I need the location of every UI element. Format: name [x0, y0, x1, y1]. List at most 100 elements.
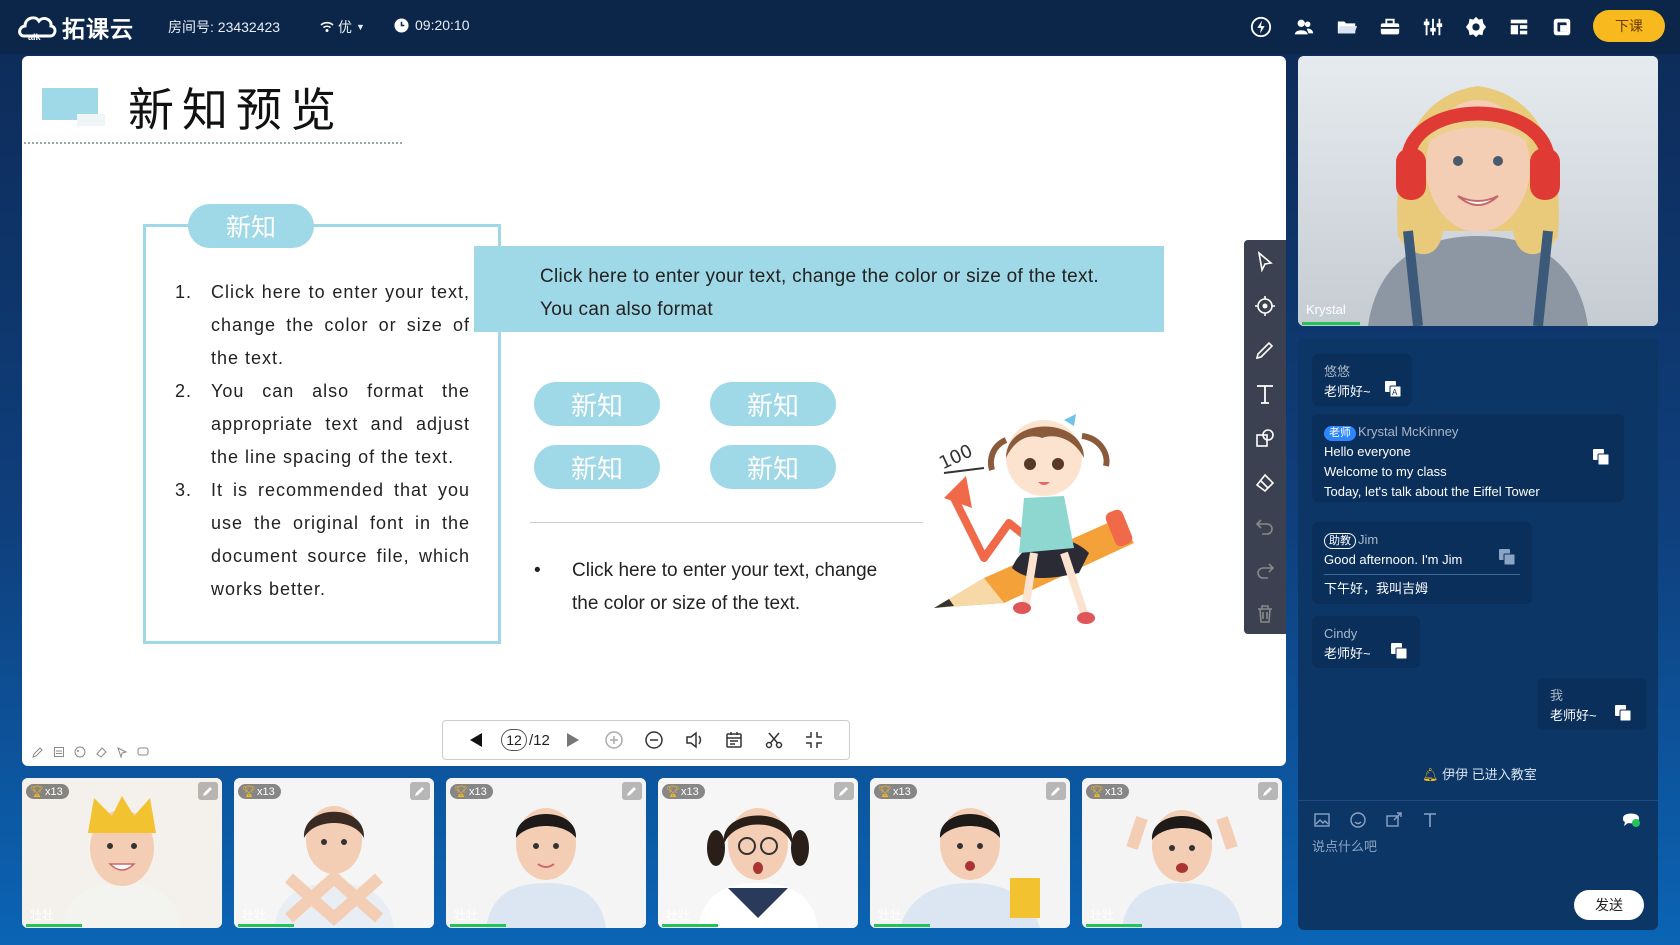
class-clock: 09:20:10 — [394, 17, 470, 33]
laser-pointer-icon[interactable] — [1249, 290, 1281, 322]
trophy-icon: 🏆︎ — [30, 786, 44, 798]
audio-level-bar — [26, 924, 82, 927]
translate-icon[interactable] — [1390, 642, 1408, 660]
bell-icon: 🔔︎ — [1422, 767, 1439, 782]
select-pointer-icon[interactable] — [1249, 246, 1281, 278]
layout-icon[interactable] — [1506, 14, 1532, 40]
exit-fullscreen-icon[interactable] — [794, 730, 834, 750]
translate-icon[interactable]: A — [1384, 380, 1402, 398]
svg-text:A: A — [1392, 388, 1398, 397]
note-icon[interactable] — [51, 744, 66, 759]
text-tool-icon[interactable] — [1249, 378, 1281, 410]
list-item: 3. It is recommended that you use the ori… — [175, 480, 470, 599]
fullscreen-icon[interactable] — [1549, 14, 1575, 40]
folder-icon[interactable] — [1334, 14, 1360, 40]
settings-icon[interactable] — [1463, 14, 1489, 40]
student-video[interactable]: 🏆︎ x13 壮壮 — [1082, 778, 1282, 928]
draw-permission-icon[interactable] — [622, 782, 642, 800]
whiteboard[interactable]: 新知预览 新知 1. Click here to enter your text,… — [22, 56, 1286, 766]
draw-permission-icon[interactable] — [1046, 782, 1066, 800]
message-text: Today, let's talk about the Eiffel Tower — [1324, 484, 1540, 499]
pill-label: 新知 — [710, 382, 836, 426]
lightning-icon[interactable] — [1248, 14, 1274, 40]
pill-label: 新知 — [534, 382, 660, 426]
end-class-button[interactable]: 下课 — [1593, 10, 1665, 42]
trophy-icon: 🏆︎ — [454, 786, 468, 798]
message-text: Good afternoon. I'm Jim — [1324, 552, 1463, 567]
trophy-badge: 🏆︎ x13 — [238, 784, 281, 799]
calendar-icon[interactable] — [714, 730, 754, 750]
page-controls: 12 /12 — [442, 720, 850, 760]
audio-level-bar — [1302, 322, 1360, 325]
image-icon[interactable] — [1312, 810, 1332, 830]
trash-icon[interactable] — [1249, 598, 1281, 630]
emoji-icon[interactable] — [1348, 810, 1368, 830]
teacher-avatar — [1298, 56, 1658, 326]
prev-page-button[interactable] — [467, 732, 485, 748]
student-name: 壮壮 — [666, 908, 691, 922]
clock-time: 09:20:10 — [415, 17, 470, 33]
chat-input[interactable]: 说点什么吧 — [1312, 836, 1377, 855]
student-video[interactable]: 🏆︎ x13 壮壮 — [658, 778, 858, 928]
eraser-icon[interactable] — [93, 744, 108, 759]
trophy-icon: 🏆︎ — [1090, 786, 1104, 798]
sliders-icon[interactable] — [1420, 14, 1446, 40]
pill-label: 新知 — [534, 445, 660, 489]
send-button[interactable]: 发送 — [1574, 890, 1644, 920]
student-name: 壮壮 — [30, 908, 55, 922]
redo-icon[interactable] — [1249, 554, 1281, 586]
draw-permission-icon[interactable] — [410, 782, 430, 800]
network-quality: 优 — [338, 19, 352, 35]
draw-permission-icon[interactable] — [834, 782, 854, 800]
divider — [1298, 800, 1658, 801]
text-format-icon[interactable] — [1420, 810, 1440, 830]
audio-icon[interactable] — [674, 730, 714, 750]
title-underline — [24, 142, 402, 144]
cursor-icon[interactable] — [114, 744, 129, 759]
cloud-logo-icon: alk — [18, 16, 57, 42]
eraser-tool-icon[interactable] — [1249, 466, 1281, 498]
student-name: 壮壮 — [454, 908, 479, 922]
toolbox-icon[interactable] — [1377, 14, 1403, 40]
network-status[interactable]: 优 ▼ — [320, 17, 365, 37]
chat-bubble-icon[interactable] — [135, 744, 150, 759]
audio-level-bar — [874, 924, 930, 927]
pill-label: 新知 — [710, 445, 836, 489]
text-banner: Click here to enter your text, change th… — [474, 246, 1164, 332]
translate-icon[interactable] — [1592, 448, 1610, 466]
draw-permission-icon[interactable] — [1258, 782, 1278, 800]
room-number: 房间号: 23432423 — [168, 19, 281, 35]
trophy-badge: 🏆︎ x13 — [662, 784, 705, 799]
draw-permission-icon[interactable] — [198, 782, 218, 800]
zoom-out-icon[interactable] — [634, 730, 674, 750]
undo-icon[interactable] — [1249, 510, 1281, 542]
scissors-icon[interactable] — [754, 730, 794, 750]
next-page-button[interactable] — [564, 732, 582, 748]
audio-level-bar — [238, 924, 294, 927]
share-icon[interactable] — [1384, 810, 1404, 830]
shapes-icon[interactable] — [1249, 422, 1281, 454]
chat-status-icon[interactable] — [1620, 808, 1642, 830]
translate-icon[interactable] — [1614, 704, 1632, 722]
bullet-item: • Click here to enter your text, change t… — [534, 560, 878, 614]
trophy-badge: 🏆︎ x13 — [26, 784, 69, 799]
logo-text: 拓课云 — [62, 16, 134, 42]
zoom-in-icon[interactable] — [594, 730, 634, 750]
translate-icon[interactable] — [1498, 548, 1516, 566]
users-icon[interactable] — [1291, 14, 1317, 40]
student-video[interactable]: 🏆︎ x13 壮壮 — [234, 778, 434, 928]
palette-icon[interactable] — [72, 744, 87, 759]
pencil-icon[interactable] — [30, 744, 45, 759]
student-video[interactable]: 🏆︎ x13 壮壮 — [22, 778, 222, 928]
teacher-video[interactable]: Krystal — [1298, 56, 1658, 326]
chat-message: 老师 Krystal McKinney Hello everyone Welcom… — [1312, 414, 1624, 502]
sender-name: Jim — [1358, 532, 1379, 547]
pen-icon[interactable] — [1249, 334, 1281, 366]
caret-down-icon: ▼ — [356, 22, 365, 32]
student-name: 壮壮 — [878, 908, 903, 922]
current-page[interactable]: 12 — [501, 729, 527, 751]
clock-icon — [394, 17, 409, 33]
student-video[interactable]: 🏆︎ x13 壮壮 — [446, 778, 646, 928]
student-video[interactable]: 🏆︎ x13 壮壮 — [870, 778, 1070, 928]
sender-name: Krystal McKinney — [1358, 424, 1459, 439]
